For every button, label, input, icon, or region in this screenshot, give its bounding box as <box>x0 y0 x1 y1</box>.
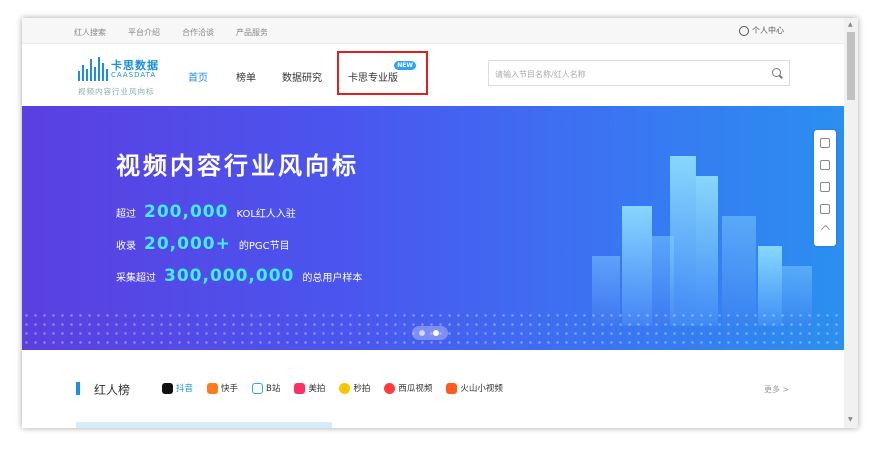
banner-stat-pgc: 收录 20,000+ 的PGC节目 <box>116 234 290 254</box>
search-input[interactable]: 请输入节目名称/红人名称 <box>495 69 586 80</box>
nav-research[interactable]: 数据研究 <box>282 69 322 84</box>
red-ranking-section: 红人榜 抖音 快手 B站 美拍 秒拍 西瓜视频 火山小视频 更多 > <box>22 350 844 428</box>
platform-tabs: 抖音 快手 B站 美拍 秒拍 西瓜视频 火山小视频 <box>162 382 503 394</box>
city-skyline-illustration <box>582 146 822 326</box>
tab-douyin-label: 抖音 <box>176 384 194 394</box>
tab-kuaishou-label: 快手 <box>221 384 239 394</box>
scroll-down-arrow-icon[interactable]: ▼ <box>848 416 853 423</box>
wechat-icon[interactable] <box>820 160 830 170</box>
back-to-top-icon[interactable] <box>820 224 831 235</box>
site-logo[interactable]: 卡思数据 CAASDATA 视频内容行业风向标 <box>78 55 164 97</box>
logo-bars-icon <box>78 57 108 81</box>
bookmark-icon[interactable] <box>820 182 830 192</box>
search-box[interactable]: 请输入节目名称/红人名称 <box>488 60 790 86</box>
banner-stat-kol-number: 200,000 <box>144 202 229 222</box>
floating-side-toolbar <box>814 130 836 246</box>
user-center-link[interactable]: 个人中心 <box>739 25 784 36</box>
kuaishou-icon <box>207 382 219 394</box>
top-link-products[interactable]: 产品服务 <box>236 27 268 38</box>
tab-huoshan[interactable]: 火山小视频 <box>446 382 503 394</box>
banner-stat-users-prefix: 采集超过 <box>116 273 156 284</box>
carousel-dot-1[interactable] <box>419 330 425 336</box>
meipai-icon <box>294 382 306 394</box>
site-header: 卡思数据 CAASDATA 视频内容行业风向标 首页 榜单 数据研究 卡思专业版… <box>22 45 844 105</box>
tab-bilibili[interactable]: B站 <box>252 382 280 394</box>
banner-stat-kol-suffix: KOL红人入驻 <box>236 209 296 220</box>
browser-viewport: 红人搜索 平台介绍 合作洽谈 产品服务 个人中心 卡思数据 CAASDATA 视… <box>22 18 858 428</box>
scroll-thumb[interactable] <box>847 32 855 100</box>
carousel-dot-2[interactable] <box>433 330 439 336</box>
highlight-annotation-box <box>337 51 428 95</box>
banner-stat-kol-prefix: 超过 <box>116 209 136 220</box>
huoshan-icon <box>446 382 458 394</box>
tab-huoshan-label: 火山小视频 <box>460 384 503 394</box>
tab-kuaishou[interactable]: 快手 <box>207 382 238 394</box>
tab-bilibili-label: B站 <box>266 384 281 394</box>
logo-text-en: CAASDATA <box>111 71 157 79</box>
nav-rankings[interactable]: 榜单 <box>236 69 256 84</box>
banner-stat-pgc-number: 20,000+ <box>144 234 231 254</box>
tab-meipai[interactable]: 美拍 <box>294 382 325 394</box>
xigua-icon <box>384 382 396 394</box>
nav-home[interactable]: 首页 <box>188 69 208 84</box>
vertical-scrollbar[interactable]: ▲ ▼ <box>844 18 858 428</box>
banner-stat-users: 采集超过 300,000,000 的总用户样本 <box>116 266 362 286</box>
section-marker <box>76 382 80 395</box>
carousel-dots <box>412 326 448 340</box>
customer-service-icon[interactable] <box>820 138 830 148</box>
bilibili-icon <box>252 382 264 394</box>
douyin-icon <box>162 382 173 394</box>
tab-miaopai-label: 秒拍 <box>353 384 371 394</box>
logo-tagline: 视频内容行业风向标 <box>78 87 155 96</box>
banner-title: 视频内容行业风向标 <box>116 152 359 180</box>
tab-meipai-label: 美拍 <box>308 384 326 394</box>
banner-stat-kol: 超过 200,000 KOL红人入驻 <box>116 202 296 222</box>
user-icon <box>739 25 749 36</box>
hero-banner[interactable]: 视频内容行业风向标 超过 200,000 KOL红人入驻 收录 20,000+ … <box>22 106 844 350</box>
ranking-list-header <box>76 422 332 428</box>
tab-douyin[interactable]: 抖音 <box>162 382 193 394</box>
ranking-title: 红人榜 <box>94 383 131 397</box>
miaopai-icon <box>339 382 351 394</box>
banner-stat-users-suffix: 的总用户样本 <box>302 273 363 284</box>
top-link-platform[interactable]: 平台介绍 <box>128 27 160 38</box>
user-center-label: 个人中心 <box>752 26 784 35</box>
banner-stat-pgc-suffix: 的PGC节目 <box>238 241 290 252</box>
top-link-red-search[interactable]: 红人搜索 <box>74 27 106 38</box>
tab-xigua-label: 西瓜视频 <box>398 384 433 394</box>
top-links: 红人搜索 平台介绍 合作洽谈 产品服务 <box>74 27 268 38</box>
banner-stat-users-number: 300,000,000 <box>164 266 295 286</box>
top-link-cooperation[interactable]: 合作洽谈 <box>182 27 214 38</box>
more-link[interactable]: 更多 > <box>764 384 789 395</box>
scroll-up-arrow-icon[interactable]: ▲ <box>848 21 853 28</box>
banner-stat-pgc-prefix: 收录 <box>116 241 136 252</box>
search-icon[interactable] <box>772 68 781 77</box>
top-utility-bar: 红人搜索 平台介绍 合作洽谈 产品服务 个人中心 <box>22 18 844 44</box>
tab-miaopai[interactable]: 秒拍 <box>339 382 370 394</box>
tab-xigua[interactable]: 西瓜视频 <box>384 382 432 394</box>
feedback-icon[interactable] <box>820 204 830 214</box>
